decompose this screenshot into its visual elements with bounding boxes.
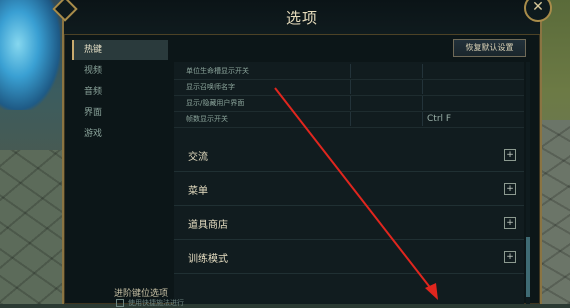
hotkey-secondary-slot[interactable] bbox=[422, 80, 527, 94]
hotkey-row: 单位生命槽显示开关 bbox=[174, 64, 524, 80]
hotkey-secondary-slot[interactable] bbox=[422, 64, 527, 78]
plus-icon[interactable]: + bbox=[504, 183, 516, 195]
plus-icon[interactable]: + bbox=[504, 149, 516, 161]
title-bar: 选项 bbox=[64, 0, 540, 35]
section-item-shop[interactable]: 道具商店 + bbox=[174, 206, 524, 240]
hotkey-label: 显示/隐藏用户界面 bbox=[186, 99, 245, 107]
hotkey-label: 单位生命槽显示开关 bbox=[186, 67, 249, 75]
advanced-option-label: 使用快捷施法进行 bbox=[128, 299, 184, 307]
hotkeys-panel: 单位生命槽显示开关 显示召唤师名字 显示/隐藏用户界面 帧数显示开关 Ctrl … bbox=[174, 62, 524, 304]
scrollbar-thumb[interactable] bbox=[526, 237, 530, 297]
section-label: 训练模式 bbox=[188, 254, 228, 265]
restore-defaults-button[interactable]: 恢复默认设置 bbox=[453, 39, 526, 57]
hotkey-label: 显示召唤师名字 bbox=[186, 83, 235, 91]
hotkey-row: 帧数显示开关 Ctrl F bbox=[174, 112, 524, 128]
hotkey-secondary-slot[interactable]: Ctrl F bbox=[422, 112, 527, 126]
hotkey-primary-slot[interactable] bbox=[350, 80, 421, 94]
hotkey-row: 显示召唤师名字 bbox=[174, 80, 524, 96]
section-label: 交流 bbox=[188, 152, 208, 163]
sidebar-item-audio[interactable]: 音频 bbox=[72, 82, 168, 102]
close-icon: ✕ bbox=[532, 0, 544, 15]
options-sidebar: 热键 视频 音频 界面 游戏 bbox=[72, 40, 168, 145]
section-communication[interactable]: 交流 + bbox=[174, 138, 524, 172]
hotkey-row: 显示/隐藏用户界面 bbox=[174, 96, 524, 112]
content-scrollbar[interactable] bbox=[526, 62, 530, 304]
hotkey-label: 帧数显示开关 bbox=[186, 115, 228, 123]
section-menu[interactable]: 菜单 + bbox=[174, 172, 524, 206]
plus-icon[interactable]: + bbox=[504, 217, 516, 229]
hotkey-primary-slot[interactable] bbox=[350, 64, 421, 78]
options-dialog: 选项 ✕ 热键 视频 音频 界面 游戏 恢复默认设置 单位生命槽显示开关 显示召… bbox=[52, 0, 552, 304]
dialog-title: 选项 bbox=[285, 9, 318, 27]
sidebar-item-video[interactable]: 视频 bbox=[72, 61, 168, 81]
plus-icon[interactable]: + bbox=[504, 251, 516, 263]
hotkey-primary-slot[interactable] bbox=[350, 112, 421, 126]
hotkey-list: 单位生命槽显示开关 显示召唤师名字 显示/隐藏用户界面 帧数显示开关 Ctrl … bbox=[174, 62, 524, 128]
sidebar-item-hotkeys[interactable]: 热键 bbox=[72, 40, 168, 60]
sidebar-item-interface[interactable]: 界面 bbox=[72, 103, 168, 123]
sidebar-item-game[interactable]: 游戏 bbox=[72, 124, 168, 144]
crystal-decoration bbox=[0, 0, 60, 110]
hotkey-secondary-slot[interactable] bbox=[422, 96, 527, 110]
hotkey-primary-slot[interactable] bbox=[350, 96, 421, 110]
advanced-keybind-option[interactable]: 使用快捷施法进行 bbox=[116, 298, 184, 308]
section-label: 菜单 bbox=[188, 186, 208, 197]
checkbox[interactable] bbox=[116, 299, 124, 307]
section-label: 道具商店 bbox=[188, 220, 228, 231]
section-practice-mode[interactable]: 训练模式 + bbox=[174, 240, 524, 274]
